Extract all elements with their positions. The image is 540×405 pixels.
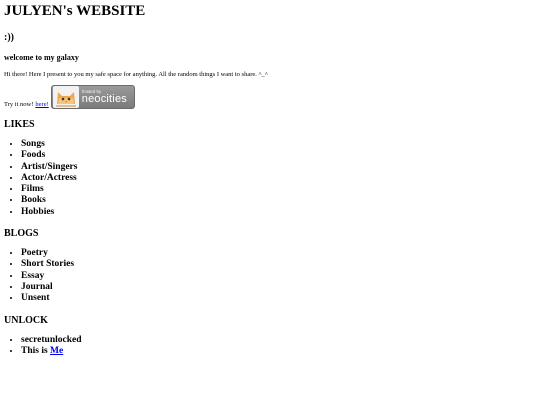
likes-item-foods: Foods	[21, 150, 540, 161]
blogs-heading: BLOGS	[4, 228, 39, 240]
blogs-item-journal: Journal	[21, 282, 540, 293]
welcome-heading: welcome to my galaxy	[4, 53, 79, 62]
intro-paragraph: Hi there! Here I present to you my safe …	[4, 71, 268, 78]
likes-item-actor-actress: Actor/Actress	[21, 173, 540, 184]
blogs-item-poetry: Poetry	[21, 248, 540, 259]
smiley-text: :))	[4, 32, 14, 43]
likes-item-films: Films	[21, 184, 540, 195]
blogs-item-essay: Essay	[21, 271, 540, 282]
likes-item-songs: Songs	[21, 139, 540, 150]
badge-text: hosted by neocities	[82, 89, 127, 105]
site-title: JULYEN's WEBSITE	[4, 3, 146, 19]
unlock-item-me: This is Me	[21, 346, 540, 357]
me-link[interactable]: Me	[50, 346, 63, 356]
neocities-badge[interactable]: hosted by neocities	[50, 85, 135, 109]
blogs-item-short-stories: Short Stories	[21, 259, 540, 270]
badge-neocities: neocities	[81, 93, 127, 105]
unlock-item-secret: secretunlocked	[21, 335, 540, 346]
try-text: Try it now!	[4, 101, 34, 108]
blogs-list: Poetry Short Stories Essay Journal Unsen…	[4, 248, 540, 304]
blogs-item-unsent: Unsent	[21, 293, 540, 304]
here-link[interactable]: here!	[35, 101, 48, 109]
unlock-list: secretunlocked This is Me	[4, 335, 540, 358]
likes-list: Songs Foods Artist/Singers Actor/Actress…	[4, 139, 540, 218]
likes-heading: LIKES	[4, 119, 35, 130]
try-row: Try it now! here! hosted by neocities	[4, 83, 540, 109]
unlock-item-prefix: This is	[21, 345, 51, 356]
badge-hosted-by: hosted by	[81, 89, 102, 94]
likes-item-artist-singers: Artist/Singers	[21, 162, 540, 173]
cat-mascot-icon	[52, 86, 79, 108]
likes-item-books: Books	[21, 195, 540, 206]
unlock-heading: UNLOCK	[4, 314, 48, 326]
page: JULYEN's WEBSITE :)) welcome to my galax…	[0, 0, 540, 405]
likes-item-hobbies: Hobbies	[21, 207, 540, 218]
